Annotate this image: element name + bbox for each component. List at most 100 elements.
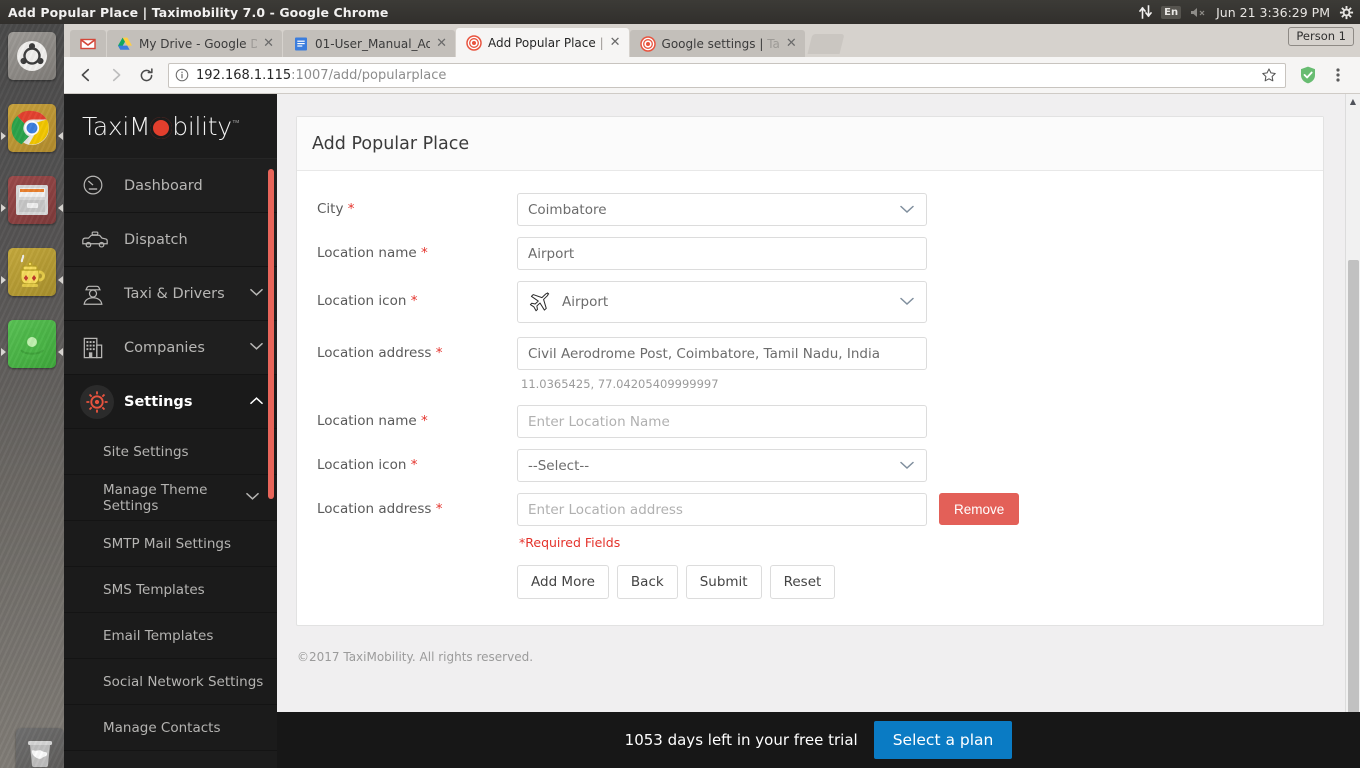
new-tab-button[interactable] — [807, 34, 845, 54]
back-button[interactable]: Back — [616, 565, 678, 599]
location-name-2-input[interactable]: Enter Location Name — [517, 405, 927, 438]
city-label: City * — [317, 201, 355, 217]
launcher-item-files[interactable] — [0, 176, 64, 240]
back-arrow-icon[interactable] — [72, 61, 100, 89]
scrollbar-thumb[interactable] — [1348, 260, 1359, 740]
city-select[interactable]: Coimbatore — [517, 193, 927, 226]
required-asterisk: * — [435, 345, 443, 361]
address-bar[interactable]: 192.168.1.115:1007/add/popularplace — [168, 62, 1286, 88]
running-indicator-left — [1, 348, 6, 356]
location-icon-1-select[interactable]: Airport — [517, 281, 927, 323]
tab-title: 01-User_Manual_Ad — [315, 36, 431, 51]
driver-icon — [80, 281, 124, 307]
remove-button[interactable]: Remove — [939, 493, 1020, 525]
sidebar-item-companies[interactable]: Companies — [64, 321, 277, 375]
sidebar-subitem-sms-templates[interactable]: SMS Templates — [64, 567, 277, 613]
sidebar-subitem-email-templates[interactable]: Email Templates — [64, 613, 277, 659]
location-name-2-label: Location name * — [317, 413, 428, 429]
browser-tab-google-settings[interactable]: Google settings | Ta ✕ — [629, 30, 805, 57]
chevron-up-icon — [250, 395, 263, 408]
browser-tab-user-manual[interactable]: 01-User_Manual_Ad ✕ — [283, 30, 455, 57]
sidebar-subitem-label: Social Network Settings — [103, 673, 264, 690]
card-header: Add Popular Place — [297, 117, 1323, 171]
chrome-window: My Drive - Google D ✕ 01-User_Manual_Ad … — [64, 24, 1360, 768]
location-icon-1-label: Location icon * — [317, 293, 418, 309]
taximobility-icon — [466, 34, 482, 51]
required-fields-note: *Required Fields — [519, 535, 621, 550]
location-name-1-input[interactable]: Airport — [517, 237, 927, 270]
sidebar-item-dispatch[interactable]: Dispatch — [64, 213, 277, 267]
tab-close-icon[interactable]: ✕ — [610, 36, 621, 49]
submit-button[interactable]: Submit — [685, 565, 762, 599]
forward-arrow-icon — [102, 61, 130, 89]
trial-days-text: 1053 days left in your free trial — [624, 731, 858, 749]
browser-tab-my-drive[interactable]: My Drive - Google D ✕ — [107, 30, 282, 57]
sidebar-subitem-smtp-mail-settings[interactable]: SMTP Mail Settings — [64, 521, 277, 567]
location-address-1-input[interactable]: Civil Aerodrome Post, Coimbatore, Tamil … — [517, 337, 927, 370]
sidebar-subitem-manage-theme-settings[interactable]: Manage Theme Settings — [64, 475, 277, 521]
location-address-2-input[interactable]: Enter Location address — [517, 493, 927, 526]
chevron-down-icon — [900, 295, 914, 309]
keyboard-layout-indicator[interactable]: En — [1161, 5, 1182, 19]
tab-close-icon[interactable]: ✕ — [786, 37, 797, 50]
sidebar-subitem-manage-contacts[interactable]: Manage Contacts — [64, 705, 277, 751]
star-icon[interactable] — [1261, 67, 1277, 83]
network-updown-icon[interactable] — [1139, 5, 1153, 19]
sidebar-subitem-site-settings[interactable]: Site Settings — [64, 429, 277, 475]
system-gear-icon[interactable] — [1339, 5, 1354, 20]
location-icon-2-value: --Select-- — [528, 457, 590, 474]
sidebar-subitem-social-network-settings[interactable]: Social Network Settings — [64, 659, 277, 705]
unity-launcher — [0, 24, 64, 768]
form-row-location-address-1: Location address * Civil Aerodrome Post,… — [315, 337, 1323, 391]
gear-icon — [80, 384, 124, 419]
clock[interactable]: Jun 21 3:36:29 PM — [1216, 5, 1330, 20]
speedometer-icon — [80, 173, 124, 199]
form-row-location-name-1: Location name * Airport — [315, 237, 1323, 270]
page-footer: ©2017 TaxiMobility. All rights reserved. — [297, 650, 534, 664]
select-a-plan-button[interactable]: Select a plan — [873, 721, 1013, 759]
page-scrollbar[interactable]: ▲ ▼ — [1345, 94, 1360, 768]
sidebar-item-label: Settings — [124, 393, 193, 410]
taximobility-icon — [639, 35, 656, 52]
scrollbar-up-arrow[interactable]: ▲ — [1346, 94, 1360, 109]
shield-extension-icon[interactable] — [1294, 61, 1322, 89]
sidebar-item-dashboard[interactable]: Dashboard — [64, 159, 277, 213]
launcher-item-ubuntu[interactable] — [0, 32, 64, 96]
browser-tab-add-popular-place[interactable]: Add Popular Place | ✕ — [456, 28, 629, 57]
launcher-item-genymotion[interactable] — [0, 248, 64, 312]
location-icon-2-select[interactable]: --Select-- — [517, 449, 927, 482]
launcher-item-android-emulator[interactable] — [0, 320, 64, 384]
os-top-panel: Add Popular Place | Taximobility 7.0 - G… — [0, 0, 1360, 24]
page-info-icon[interactable] — [175, 68, 189, 82]
form-buttons: Add More Back Submit Reset — [517, 550, 1037, 599]
tab-strip: My Drive - Google D ✕ 01-User_Manual_Ad … — [64, 24, 1360, 57]
location-address-2-placeholder: Enter Location address — [528, 501, 683, 518]
launcher-item-chrome[interactable] — [0, 104, 64, 168]
tab-close-icon[interactable]: ✕ — [436, 37, 447, 50]
sidebar-item-taxi-and-drivers[interactable]: Taxi & Drivers — [64, 267, 277, 321]
add-more-button[interactable]: Add More — [517, 565, 609, 599]
running-indicator-right — [58, 348, 63, 356]
free-trial-banner: 1053 days left in your free trial Select… — [277, 712, 1360, 768]
form-row-location-icon-2: Location icon * --Select-- — [315, 449, 1323, 482]
browser-tab-gmail[interactable] — [70, 30, 106, 57]
chevron-down-icon — [900, 459, 914, 473]
running-indicator-right — [58, 132, 63, 140]
sidebar-scrollbar[interactable] — [268, 169, 274, 499]
tab-close-icon[interactable]: ✕ — [263, 37, 274, 50]
location-icon-1-value: Airport — [562, 294, 609, 310]
form-row-location-address-2: Location address * Enter Location addres… — [315, 493, 1323, 526]
reload-icon[interactable] — [132, 61, 160, 89]
trash-icon[interactable] — [16, 728, 64, 768]
volume-muted-icon[interactable] — [1190, 6, 1207, 19]
required-asterisk: * — [347, 201, 355, 217]
three-dot-menu-icon[interactable] — [1324, 61, 1352, 89]
required-asterisk: * — [410, 293, 418, 309]
profile-button[interactable]: Person 1 — [1288, 27, 1354, 46]
app-logo[interactable]: TaxiM bility™ — [64, 94, 277, 159]
running-indicator-right — [58, 276, 63, 284]
reset-button[interactable]: Reset — [769, 565, 836, 599]
chevron-down-icon — [250, 341, 263, 354]
sidebar-item-settings[interactable]: Settings — [64, 375, 277, 429]
running-indicator-left — [1, 204, 6, 212]
